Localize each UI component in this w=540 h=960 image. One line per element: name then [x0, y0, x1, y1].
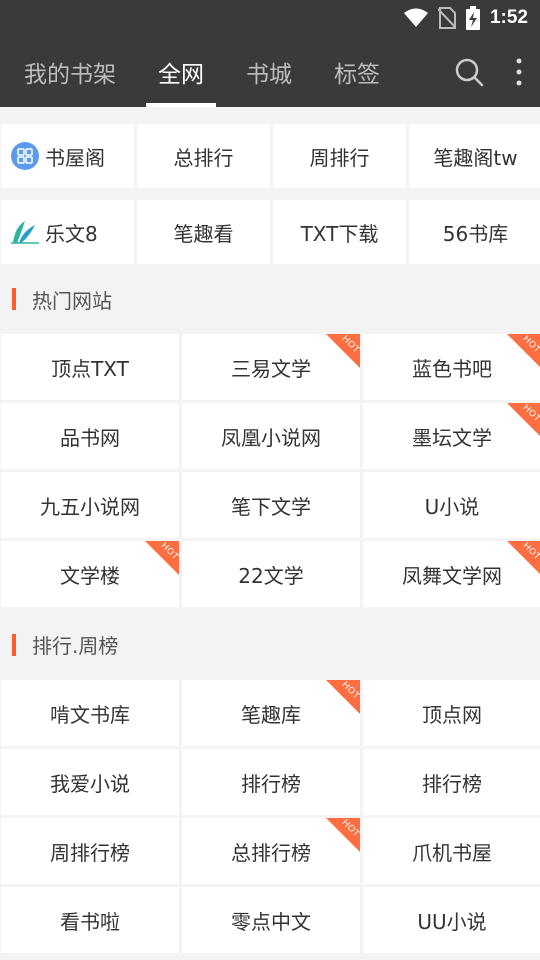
site-tile-label: 墨坛文学 [412, 425, 492, 450]
site-tile[interactable]: UU小说 [363, 887, 540, 953]
quick-link-biqukan[interactable]: 笔趣看 [137, 200, 270, 264]
wifi-icon [403, 8, 428, 27]
tab-tags[interactable]: 标签 [334, 36, 380, 107]
site-tile-label: 啃文书库 [50, 702, 130, 727]
site-tile-label: 笔下文学 [231, 494, 311, 519]
site-tile-label: 凤凰小说网 [221, 425, 321, 450]
site-tile-label: 爪机书屋 [412, 840, 492, 865]
site-tile[interactable]: 看书啦 [1, 887, 179, 953]
site-tile-label: 周排行榜 [50, 840, 130, 865]
site-tile[interactable]: 啃文书库 [1, 680, 179, 746]
site-tile[interactable]: 周排行榜 [1, 818, 179, 884]
site-tile[interactable]: 零点中文 [182, 887, 360, 953]
site-tile[interactable]: 三易文学 HOT [182, 334, 360, 400]
status-bar: 1:52 [0, 0, 540, 36]
site-tile[interactable]: 文学楼 HOT [1, 541, 179, 607]
top-nav: 我的书架 全网 书城 标签 [0, 36, 540, 107]
section-header-hot-sites: 热门网站 [0, 264, 540, 334]
site-tile-label: UU小说 [417, 909, 487, 934]
quick-link-shuwuge[interactable]: 书屋阁 [1, 124, 134, 188]
site-tile[interactable]: 顶点网 [363, 680, 540, 746]
leaf-logo-icon [11, 221, 39, 244]
rankings-grid: 啃文书库 笔趣库 HOT 顶点网我爱小说 排行榜 排行榜周排行榜 总排行榜 HOT 爪机书屋看书… [0, 680, 540, 953]
site-tile[interactable]: 爪机书屋 [363, 818, 540, 884]
grid-app-icon [11, 142, 39, 170]
no-sim-icon [437, 7, 456, 29]
site-tile-label: 看书啦 [60, 909, 120, 934]
site-tile[interactable]: 我爱小说 [1, 749, 179, 815]
site-tile-label: 三易文学 [231, 356, 311, 381]
section-accent-bar [12, 633, 16, 656]
section-header-rankings: 排行.周榜 [0, 609, 540, 680]
battery-charging-icon [465, 6, 480, 30]
site-tile-label: 顶点网 [422, 702, 482, 727]
site-tile-label: 笔趣库 [241, 702, 301, 727]
status-time: 1:52 [489, 7, 528, 28]
site-tile-label: 文学楼 [60, 563, 120, 588]
site-tile[interactable]: 22文学 [182, 541, 360, 607]
quick-link-56shuku[interactable]: 56书库 [409, 200, 540, 264]
hot-sites-grid: 顶点TXT 三易文学 HOT 蓝色书吧 HOT 品书网 凤凰小说网 墨坛文学 HOT 九五小说网 笔… [0, 334, 540, 607]
site-tile-label: U小说 [424, 494, 480, 519]
quick-link-total-rank[interactable]: 总排行 [137, 124, 270, 188]
site-tile[interactable]: 顶点TXT [1, 334, 179, 400]
tab-bookstore[interactable]: 书城 [246, 36, 292, 107]
site-tile[interactable]: 九五小说网 [1, 472, 179, 538]
site-tile-label: 零点中文 [231, 909, 311, 934]
site-tile[interactable]: U小说 [363, 472, 540, 538]
quick-link-label: 乐文8 [45, 221, 98, 246]
quick-links-row-2: 乐文8 笔趣看 TXT下载 56书库 [0, 200, 540, 264]
site-tile-label: 品书网 [60, 425, 120, 450]
quick-link-biqugetw[interactable]: 笔趣阁tw [409, 124, 540, 188]
quick-link-lewen8[interactable]: 乐文8 [1, 200, 134, 264]
site-tile[interactable]: 凤舞文学网 HOT [363, 541, 540, 607]
site-tile-label: 凤舞文学网 [402, 563, 502, 588]
site-tile[interactable]: 墨坛文学 HOT [363, 403, 540, 469]
site-tile[interactable]: 笔下文学 [182, 472, 360, 538]
site-tile[interactable]: 凤凰小说网 [182, 403, 360, 469]
site-tile[interactable]: 蓝色书吧 HOT [363, 334, 540, 400]
section-accent-bar [12, 288, 16, 310]
tab-all-web[interactable]: 全网 [146, 36, 216, 107]
site-tile[interactable]: 排行榜 [182, 749, 360, 815]
site-tile[interactable]: 笔趣库 HOT [182, 680, 360, 746]
site-tile[interactable]: 总排行榜 HOT [182, 818, 360, 884]
site-tile-label: 总排行榜 [231, 840, 311, 865]
search-icon[interactable] [454, 57, 484, 87]
site-tile-label: 22文学 [238, 563, 304, 588]
site-tile[interactable]: 品书网 [1, 403, 179, 469]
site-tile-label: 顶点TXT [51, 356, 129, 381]
quick-link-weekly-rank[interactable]: 周排行 [273, 124, 406, 188]
quick-links-row-1: 书屋阁 总排行 周排行 笔趣阁tw [0, 124, 540, 188]
site-tile-label: 九五小说网 [40, 494, 140, 519]
quick-link-label: 书屋阁 [45, 145, 105, 170]
site-tile-label: 排行榜 [241, 771, 301, 796]
section-title: 热门网站 [32, 288, 112, 313]
site-tile-label: 排行榜 [422, 771, 482, 796]
tab-bookshelf[interactable]: 我的书架 [24, 36, 116, 107]
section-title: 排行.周榜 [32, 634, 119, 658]
site-tile[interactable]: 排行榜 [363, 749, 540, 815]
quick-link-txt-download[interactable]: TXT下载 [273, 200, 406, 264]
more-vert-icon[interactable] [516, 58, 522, 86]
site-tile-label: 我爱小说 [50, 771, 130, 796]
site-tile-label: 蓝色书吧 [412, 356, 492, 381]
